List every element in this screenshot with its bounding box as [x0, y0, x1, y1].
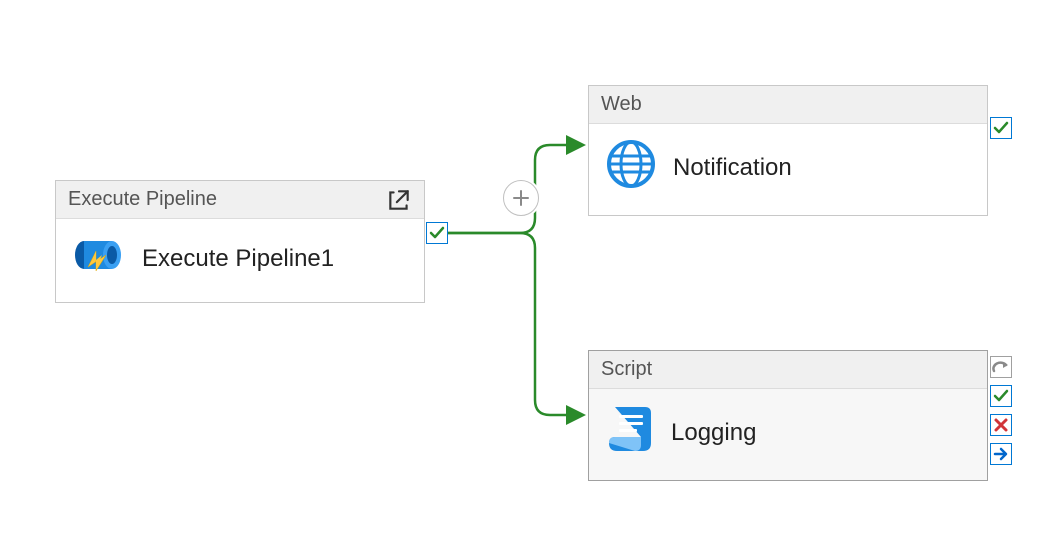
activity-body: Notification: [589, 124, 987, 215]
activity-script[interactable]: Script Logging: [588, 350, 988, 481]
activity-type-label: Execute Pipeline: [68, 188, 217, 211]
activity-name: Logging: [671, 419, 756, 447]
activity-type-label: Web: [601, 93, 642, 116]
open-pipeline-icon[interactable]: [386, 187, 412, 213]
activity-name: Execute Pipeline1: [142, 245, 334, 273]
success-output-handle[interactable]: [990, 385, 1012, 407]
execute-pipeline-icon: [72, 233, 126, 284]
activity-header: Script: [589, 351, 987, 389]
retry-arrow-icon: [992, 359, 1010, 375]
activity-header: Web: [589, 86, 987, 124]
plus-icon: [511, 188, 531, 208]
arrow-right-icon: [993, 446, 1009, 462]
success-output-handle[interactable]: [426, 222, 448, 244]
web-globe-icon: [605, 138, 657, 197]
add-activity-button[interactable]: [503, 180, 539, 216]
activity-body: Execute Pipeline1: [56, 219, 424, 302]
activity-web[interactable]: Web Notification: [588, 85, 988, 216]
check-icon: [429, 225, 445, 241]
success-output-handle[interactable]: [990, 117, 1012, 139]
completion-output-handle[interactable]: [990, 443, 1012, 465]
activity-name: Notification: [673, 154, 792, 182]
skip-output-handle[interactable]: [990, 356, 1012, 378]
check-icon: [993, 388, 1009, 404]
pipeline-canvas[interactable]: Execute Pipeline Exec: [0, 0, 1048, 549]
cross-icon: [993, 417, 1009, 433]
check-icon: [993, 120, 1009, 136]
activity-header: Execute Pipeline: [56, 181, 424, 219]
activity-execute-pipeline[interactable]: Execute Pipeline Exec: [55, 180, 425, 303]
failure-output-handle[interactable]: [990, 414, 1012, 436]
activity-body: Logging: [589, 389, 987, 480]
script-icon: [605, 403, 655, 462]
activity-type-label: Script: [601, 358, 652, 381]
